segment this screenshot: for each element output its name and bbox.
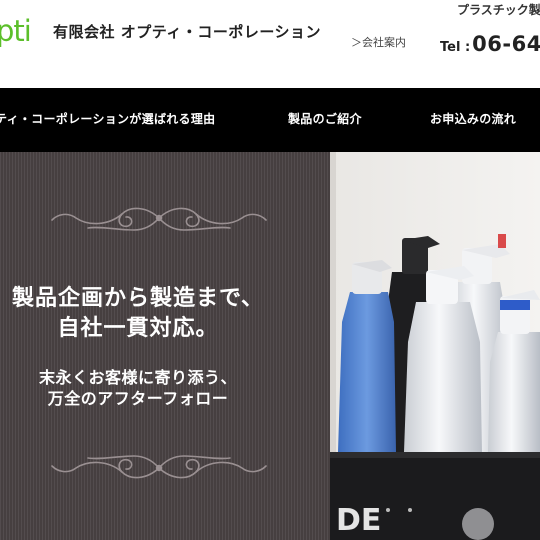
hero-section: 製品企画から製造まで、 自社一貫対応。 末永くお客様に寄り添う、 万全のアフター… bbox=[0, 152, 540, 540]
main-nav: ティ・コーポレーションが選ばれる理由 製品のご紹介 お申込みの流れ bbox=[0, 88, 540, 152]
nav-item-products[interactable]: 製品のご紹介 bbox=[288, 111, 362, 127]
logo[interactable]: pti bbox=[0, 14, 32, 48]
hero-headline-line2: 自社一貫対応。 bbox=[57, 316, 219, 341]
shelf-sign-text: DE bbox=[336, 503, 381, 538]
hero-subtext-line2: 万全のアフターフォロー bbox=[47, 389, 229, 408]
phone-contact[interactable]: Tel :06-645 bbox=[440, 31, 540, 61]
tel-label: Tel : bbox=[440, 40, 471, 55]
tel-number[interactable]: 06-645 bbox=[472, 32, 540, 56]
nav-item-order-flow[interactable]: お申込みの流れ bbox=[430, 111, 516, 127]
ornament-bottom-icon bbox=[51, 455, 267, 479]
company-info-link[interactable]: ＞会社案内 bbox=[351, 36, 406, 50]
company-name[interactable]: 有限会社 オプティ・コーポレーション bbox=[53, 22, 321, 42]
nav-item-reasons[interactable]: ティ・コーポレーションが選ばれる理由 bbox=[0, 111, 215, 127]
header-tagline: プラスチック製 bbox=[457, 3, 540, 17]
site-header: pti 有限会社 オプティ・コーポレーション プラスチック製 ＞会社案内 Tel… bbox=[0, 0, 540, 88]
hero-photo-spray-bottles: DE bbox=[330, 152, 540, 540]
ornament-top-icon bbox=[51, 207, 267, 231]
hero-text-panel: 製品企画から製造まで、 自社一貫対応。 末永くお客様に寄り添う、 万全のアフター… bbox=[0, 152, 330, 540]
hero-headline-line1: 製品企画から製造まで、 bbox=[11, 286, 265, 311]
hero-subtext-line1: 末永くお客様に寄り添う、 bbox=[38, 368, 237, 387]
